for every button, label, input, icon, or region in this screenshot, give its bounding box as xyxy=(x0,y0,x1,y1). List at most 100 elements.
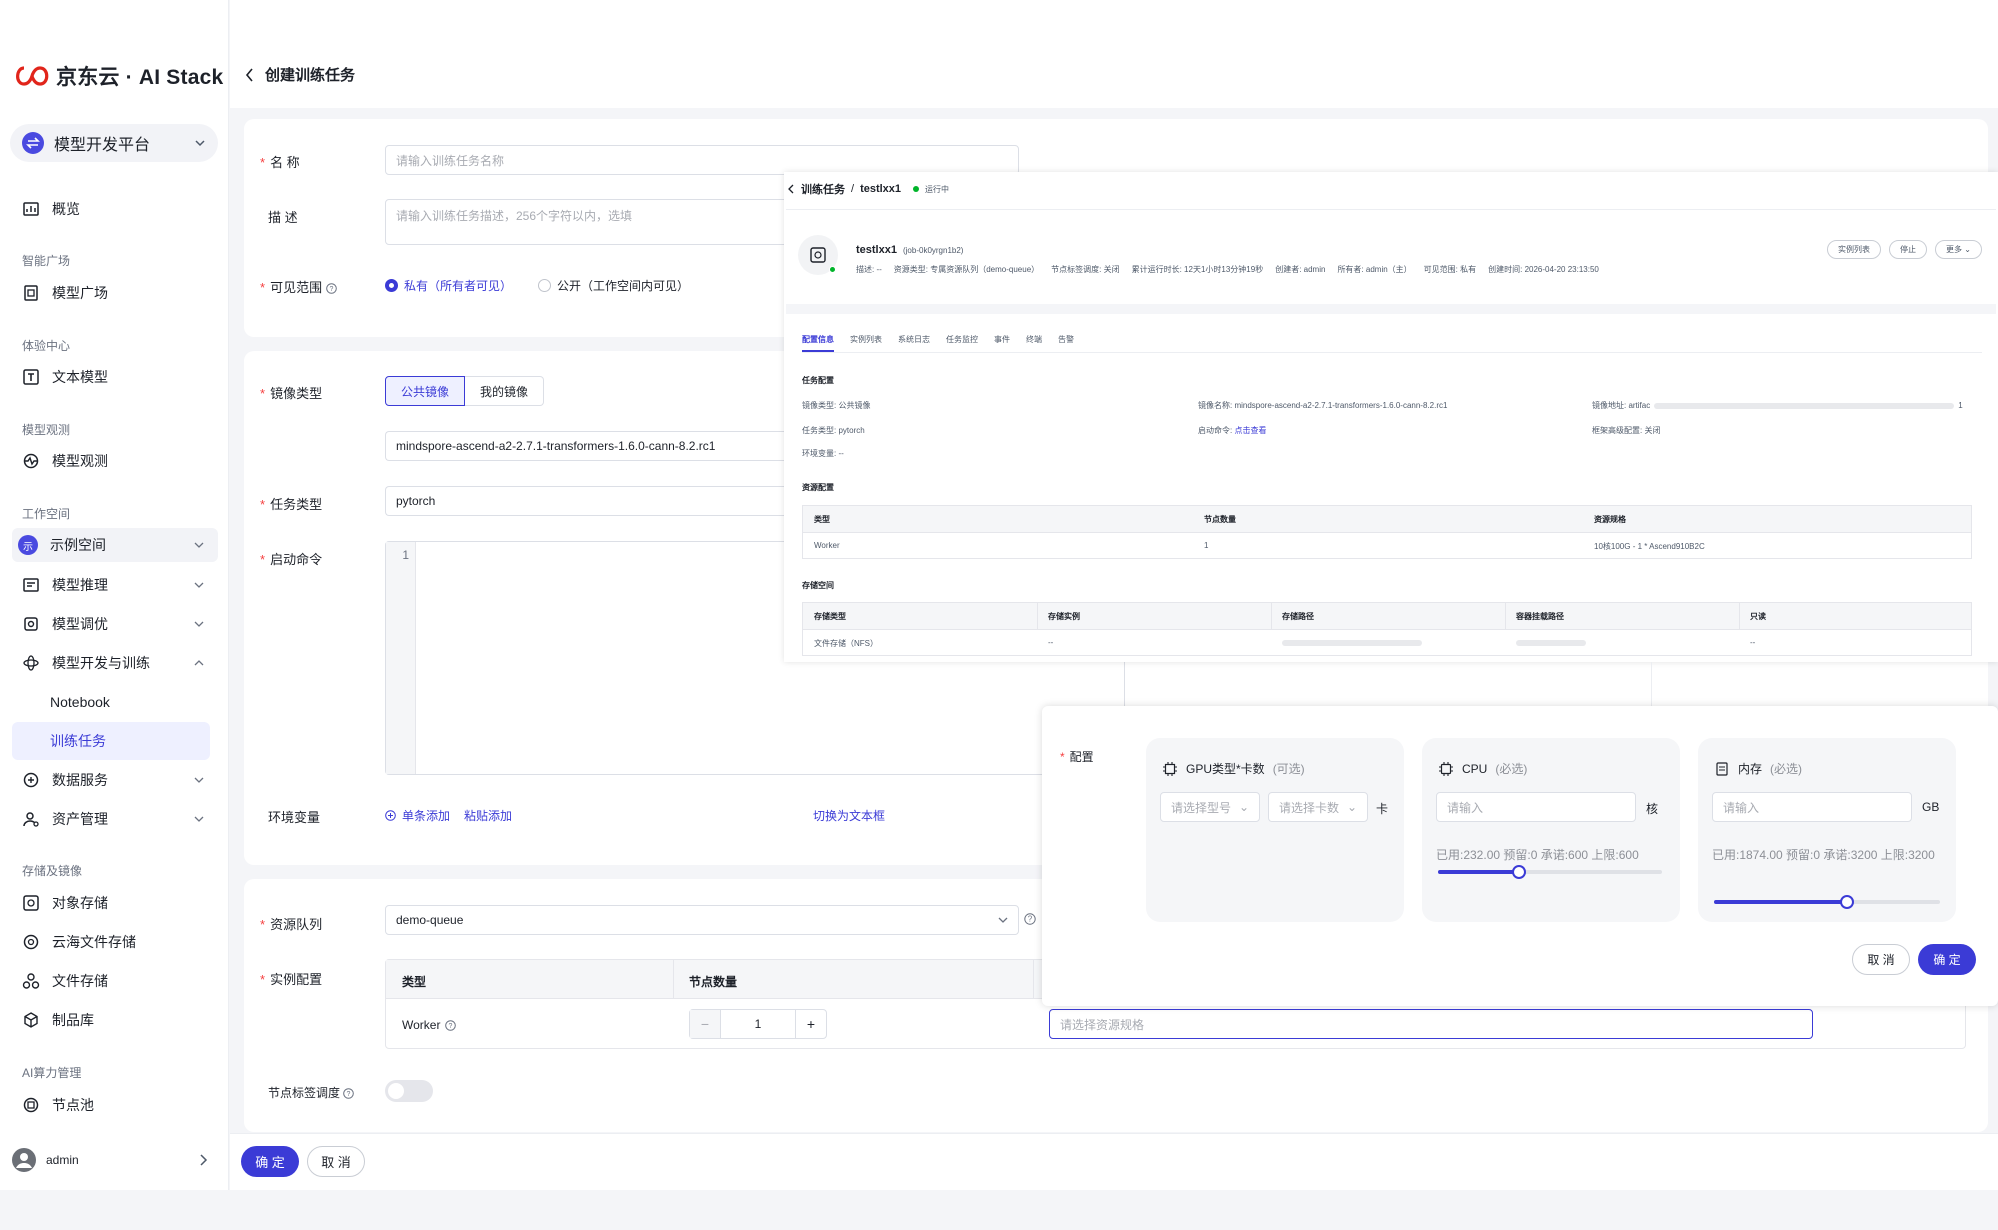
more-button[interactable]: 更多 ⌄ xyxy=(1935,240,1982,259)
config-confirm-button[interactable]: 确 定 xyxy=(1918,944,1976,975)
back-arrow-icon[interactable] xyxy=(788,184,795,194)
sidebar-item-artifact-repo[interactable]: 制品库 xyxy=(12,1003,218,1037)
sidebar-item-dev-train[interactable]: 模型开发与训练 xyxy=(12,646,218,680)
sidebar-item-notebook[interactable]: Notebook xyxy=(12,683,210,721)
resource-table xyxy=(802,505,1972,559)
node-count-value[interactable]: 1 xyxy=(721,1010,795,1038)
workspace-switcher[interactable]: 示 示例空间 xyxy=(12,528,218,562)
data-icon xyxy=(22,771,40,789)
confirm-button[interactable]: 确 定 xyxy=(241,1146,299,1177)
detail-image-addr: 镜像地址: artifac 1 xyxy=(1592,401,1963,410)
sto-col-type: 存储类型 xyxy=(814,612,846,621)
gpu-model-select[interactable]: 请选择型号 ⌄ xyxy=(1160,792,1260,822)
sidebar-item-model-obs[interactable]: 模型观测 xyxy=(12,444,218,478)
tab-config[interactable]: 配置信息 xyxy=(802,334,834,352)
sidebar-item-cloud-fs[interactable]: 云海文件存储 xyxy=(12,925,218,959)
sidebar-item-asset-mgmt[interactable]: 资产管理 xyxy=(12,802,218,836)
platform-switcher[interactable]: 模型开发平台 xyxy=(10,124,218,162)
mem-stats: 已用:1874.00 预留:0 承诺:3200 上限:3200 xyxy=(1712,848,1935,862)
mem-slider-handle[interactable] xyxy=(1840,895,1855,909)
sidebar-item-label: 文件存储 xyxy=(52,973,108,989)
node-pool-icon xyxy=(22,1096,40,1114)
sidebar-item-tuning[interactable]: 模型调优 xyxy=(12,607,218,641)
env-paste-link[interactable]: 粘贴添加 xyxy=(464,807,512,824)
plus-button[interactable]: + xyxy=(795,1010,826,1038)
queue-label: 资源队列 xyxy=(260,914,322,933)
status-dot xyxy=(913,186,920,192)
header-bar xyxy=(230,0,1998,108)
sto-col-readonly: 只读 xyxy=(1750,612,1766,621)
res-col-type: 类型 xyxy=(814,515,830,524)
image-public-tab[interactable]: 公共镜像 xyxy=(385,376,466,406)
blurred-path xyxy=(1282,640,1422,646)
sidebar-item-label: 模型调优 xyxy=(52,616,108,632)
chevron-up-icon xyxy=(194,658,204,668)
tab-terminal[interactable]: 终端 xyxy=(1026,334,1042,352)
gpu-unit: 卡 xyxy=(1376,802,1389,816)
mem-slider[interactable] xyxy=(1714,895,1940,909)
cluster-icon xyxy=(22,972,40,990)
sidebar-item-train-task[interactable]: 训练任务 xyxy=(12,722,210,760)
view-cmd-link[interactable]: 点击查看 xyxy=(1234,426,1266,435)
spec-select[interactable]: 请选择资源规格 xyxy=(1049,1009,1813,1039)
visibility-public-radio[interactable]: 公开（工作空间内可见） xyxy=(538,277,689,294)
task-type-select[interactable]: pytorch xyxy=(385,486,785,516)
group-label-obs: 模型观测 xyxy=(22,423,71,437)
sidebar-item-node-pool[interactable]: 节点池 xyxy=(12,1088,218,1122)
sidebar-item-inference[interactable]: 模型推理 xyxy=(12,568,218,602)
task-config-title: 任务配置 xyxy=(802,376,834,385)
group-label-intel: 智能广场 xyxy=(22,254,71,268)
user-menu[interactable]: admin xyxy=(12,1146,218,1174)
logo[interactable]: 京东云 · AI Stack xyxy=(14,61,223,91)
cpu-icon xyxy=(1438,761,1454,777)
cube-icon xyxy=(22,1011,40,1029)
help-icon: ? xyxy=(1024,913,1036,925)
image-mine-tab[interactable]: 我的镜像 xyxy=(465,376,545,406)
group-label-compute: AI算力管理 xyxy=(22,1066,82,1080)
cancel-button[interactable]: 取 消 xyxy=(307,1146,365,1177)
tab-logs[interactable]: 系统日志 xyxy=(898,334,930,352)
sidebar-item-model-square[interactable]: 模型广场 xyxy=(12,276,218,310)
node-label-toggle[interactable] xyxy=(385,1080,433,1102)
sidebar-item-object-storage[interactable]: 对象存储 xyxy=(12,886,218,920)
job-title: testlxx1 (job-0k0yrgn1b2) xyxy=(856,244,964,256)
text-icon xyxy=(22,368,40,386)
queue-select[interactable]: demo-queue xyxy=(385,905,1019,935)
sidebar-item-overview[interactable]: 概览 xyxy=(12,192,218,226)
mem-input[interactable]: 请输入 xyxy=(1712,792,1912,822)
instances-button[interactable]: 实例列表 xyxy=(1827,240,1881,259)
sidebar-item-label: 数据服务 xyxy=(52,772,108,788)
detail-breadcrumb: 训练任务 / testlxx1 运行中 xyxy=(788,181,949,197)
cpu-slider-handle[interactable] xyxy=(1511,865,1526,879)
tuning-icon xyxy=(22,615,40,633)
sidebar-item-text-model[interactable]: 文本模型 xyxy=(12,360,218,394)
image-select[interactable]: mindspore-ascend-a2-2.7.1-transformers-1… xyxy=(385,431,785,461)
config-cancel-button[interactable]: 取 消 xyxy=(1852,944,1910,975)
res-cell-spec: 10核100G - 1 * Ascend910B2C xyxy=(1594,542,1705,551)
visibility-label: 可见范围 ? xyxy=(260,277,337,296)
tab-events[interactable]: 事件 xyxy=(994,334,1010,352)
tab-alerts[interactable]: 告警 xyxy=(1058,334,1074,352)
cpu-input[interactable]: 请输入 xyxy=(1436,792,1636,822)
gpu-count-select[interactable]: 请选择卡数 ⌄ xyxy=(1268,792,1368,822)
help-icon: ? xyxy=(445,1019,457,1031)
cpu-slider[interactable] xyxy=(1438,865,1662,879)
node-count-stepper[interactable]: − 1 + xyxy=(689,1009,827,1039)
minus-button[interactable]: − xyxy=(690,1010,721,1038)
storage-title: 存储空间 xyxy=(802,581,834,590)
env-switch-link[interactable]: 切换为文本框 xyxy=(813,807,885,824)
sidebar-item-data-service[interactable]: 数据服务 xyxy=(12,763,218,797)
back-arrow-icon[interactable] xyxy=(245,67,255,82)
sidebar-item-file-storage[interactable]: 文件存储 xyxy=(12,964,218,998)
stop-button[interactable]: 停止 xyxy=(1889,240,1927,259)
group-label-ws: 工作空间 xyxy=(22,507,71,521)
chevron-down-icon xyxy=(194,540,204,550)
tab-instances[interactable]: 实例列表 xyxy=(850,334,882,352)
sidebar-item-label: 概览 xyxy=(52,201,80,217)
name-input[interactable]: 请输入训练任务名称 xyxy=(385,145,1019,175)
visibility-private-radio[interactable]: 私有（所有者可见） xyxy=(385,277,512,294)
breadcrumb-root[interactable]: 训练任务 xyxy=(801,181,845,197)
env-add-single-link[interactable]: 单条添加 xyxy=(402,807,450,824)
tab-monitor[interactable]: 任务监控 xyxy=(946,334,978,352)
sidebar-item-label: 模型广场 xyxy=(52,285,108,301)
